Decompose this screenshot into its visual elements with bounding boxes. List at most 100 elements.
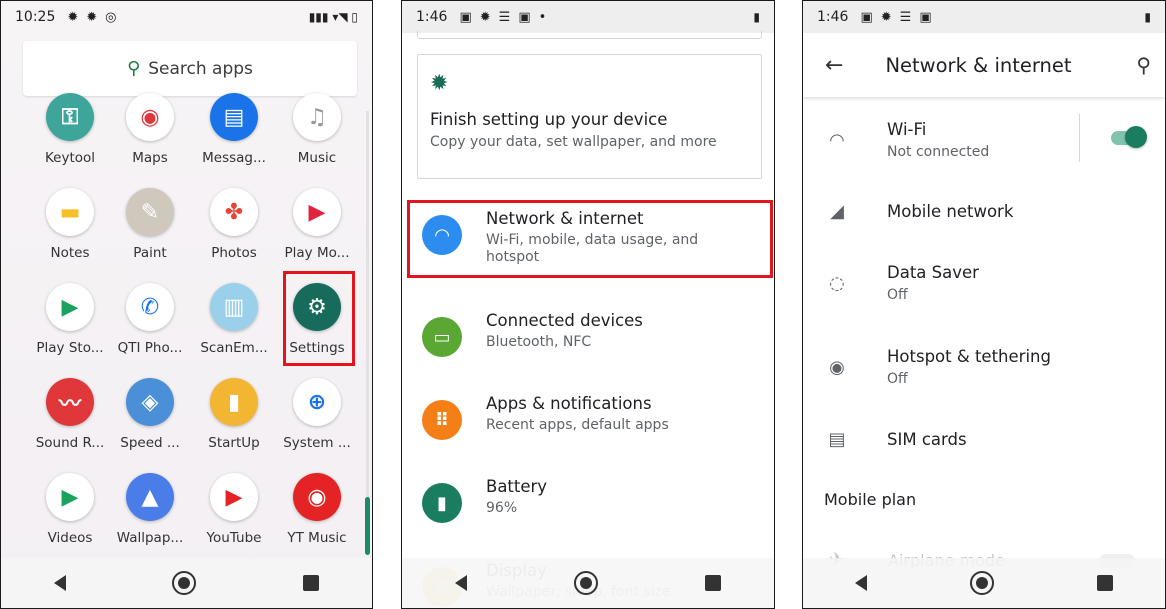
app-label: QTI Pho... <box>117 340 183 356</box>
music-icon: ♫ <box>293 93 341 141</box>
app-label: System ... <box>283 435 351 451</box>
app-maps[interactable]: ◉ Maps <box>104 93 196 166</box>
app-startup[interactable]: ▮ StartUp <box>188 378 280 451</box>
app-play-movies[interactable]: ▶ Play Mo... <box>271 188 363 261</box>
settings-item-title: Apps & notifications <box>486 394 652 413</box>
app-messages[interactable]: ▤ Messag... <box>188 93 280 166</box>
app-label: ScanEm... <box>200 340 268 356</box>
app-play-store[interactable]: ▶ Play Sto... <box>24 283 116 356</box>
app-youtube[interactable]: ▶ YouTube <box>188 473 280 546</box>
app-yt-music[interactable]: ◉ YT Music <box>271 473 363 546</box>
network-highlight <box>407 200 773 278</box>
card-subtitle: Copy your data, set wallpaper, and more <box>430 134 717 150</box>
hotspot-icon: ◉ <box>829 356 845 378</box>
network-item-text: Hotspot & tethering Off <box>887 347 1051 387</box>
recents-icon[interactable] <box>302 575 319 591</box>
home-icon[interactable] <box>172 571 197 595</box>
apps-icon: ⠿ <box>422 400 462 440</box>
app-label: Maps <box>132 150 168 166</box>
home-icon[interactable] <box>969 571 994 595</box>
app-wallpaper[interactable]: ▲ Wallpap... <box>104 473 196 546</box>
app-phone[interactable]: ✆ QTI Pho... <box>104 283 196 356</box>
back-icon[interactable] <box>854 575 867 591</box>
app-music[interactable]: ♫ Music <box>271 93 363 166</box>
app-photos[interactable]: ✤ Photos <box>188 188 280 261</box>
app-label: YT Music <box>287 530 347 546</box>
battery-status-icon: ▮ <box>753 10 760 24</box>
data-saver-icon: ◌ <box>829 272 845 294</box>
settings-item-battery[interactable]: ▮ Battery 96% <box>402 477 774 523</box>
network-item-text: Wi-Fi Not connected <box>887 120 989 160</box>
app-drawer-screen: 10:25 ✹ ✹ ◎ ▮▮▮ ▾◥ ▯ ⚲ Search apps ⚿ Keyt… <box>0 0 373 609</box>
youtube-icon: ▶ <box>210 473 258 521</box>
scroll-track <box>366 111 369 551</box>
gear-status-icon: ✹ <box>67 9 79 25</box>
back-icon[interactable] <box>54 575 67 591</box>
app-videos[interactable]: ▶ Videos <box>24 473 116 546</box>
finish-setup-card[interactable]: ✹ Finish setting up your device Copy you… <box>417 54 762 179</box>
page-title: Network & internet <box>885 53 1072 77</box>
network-item-subtitle: Not connected <box>887 144 990 160</box>
doc-status-icon: ☰ <box>498 9 511 25</box>
app-label: Play Mo... <box>284 245 350 261</box>
app-keytool[interactable]: ⚿ Keytool <box>24 93 116 166</box>
search-icon[interactable]: ⚲ <box>1136 53 1151 77</box>
app-label: Photos <box>211 245 257 261</box>
app-label: Messag... <box>202 150 266 166</box>
settings-item-subtitle: 96% <box>486 500 518 516</box>
app-speed[interactable]: ◈ Speed ... <box>104 378 196 451</box>
battery-icon: ▮ <box>422 483 462 523</box>
app-sound-recorder[interactable]: 〰 Sound R... <box>24 378 116 451</box>
back-icon[interactable] <box>455 575 468 591</box>
app-paint[interactable]: ✎ Paint <box>104 188 196 261</box>
wifi-toggle[interactable] <box>1107 126 1147 148</box>
settings-item-apps[interactable]: ⠿ Apps & notifications Recent apps, defaul… <box>402 394 774 440</box>
status-time: 1:46 <box>416 9 448 25</box>
image-status-icon: ▣ <box>459 9 472 25</box>
app-scanem[interactable]: ▥ ScanEm... <box>188 283 280 356</box>
home-icon[interactable] <box>573 571 598 595</box>
settings-item-subtitle: Recent apps, default apps <box>486 417 669 433</box>
search-icon: ⚲ <box>127 58 141 79</box>
scanem-icon: ▥ <box>210 283 258 331</box>
status-bar: 1:46 ▣ ✹ ☰ ▣ ▮ <box>803 1 1165 33</box>
settings-item-connected-devices[interactable]: ▭ Connected devices Bluetooth, NFC <box>402 311 774 357</box>
sim-card-icon: ▤ <box>828 428 846 450</box>
gear-icon: ✹ <box>430 71 449 96</box>
signal-battery-icon: ▮▮▮ ▾◥ ▯ <box>308 10 358 24</box>
app-label: Play Sto... <box>36 340 104 356</box>
network-item-text: Data Saver Off <box>887 263 979 303</box>
network-item-data-saver[interactable]: ◌ Data Saver Off <box>803 260 1165 306</box>
keytool-icon: ⚿ <box>46 93 94 141</box>
gear-status-icon: ✹ <box>880 9 892 25</box>
network-item-signal[interactable]: ◢ Mobile network <box>803 191 1165 231</box>
recents-icon[interactable] <box>704 575 721 591</box>
sound-recorder-icon: 〰 <box>46 378 94 426</box>
messages-icon: ▤ <box>210 93 258 141</box>
image-status-icon-2: ▣ <box>919 9 932 25</box>
toggle-thumb <box>1125 126 1147 148</box>
location-status-icon: ◎ <box>105 9 117 25</box>
network-item-sim-card[interactable]: ▤ SIM cards <box>803 419 1165 459</box>
recents-icon[interactable] <box>1097 575 1114 591</box>
app-notes[interactable]: ▬ Notes <box>24 188 116 261</box>
mobile-plan-item[interactable]: Mobile plan <box>824 490 916 509</box>
app-bar: ← Network & internet ⚲ <box>803 33 1165 97</box>
app-label: Paint <box>133 245 167 261</box>
network-item-title: Mobile network <box>887 201 1014 221</box>
photos-icon: ✤ <box>210 188 258 236</box>
wifi-icon: ◠ <box>829 129 845 151</box>
app-system[interactable]: ⊕ System ... <box>271 378 363 451</box>
back-arrow-icon[interactable]: ← <box>825 53 843 78</box>
speed-icon: ◈ <box>126 378 174 426</box>
gear-status-icon: ✹ <box>479 9 491 25</box>
status-time: 10:25 <box>15 9 56 25</box>
app-label: Speed ... <box>120 435 180 451</box>
status-time: 1:46 <box>817 9 849 25</box>
scrollbar-thumb[interactable] <box>365 497 370 555</box>
settings-item-subtitle: Bluetooth, NFC <box>486 334 592 350</box>
play-store-icon: ▶ <box>46 283 94 331</box>
network-item-hotspot[interactable]: ◉ Hotspot & tethering Off <box>803 344 1165 390</box>
search-apps-bar[interactable]: ⚲ Search apps <box>23 41 357 96</box>
connected-devices-icon: ▭ <box>422 317 462 357</box>
